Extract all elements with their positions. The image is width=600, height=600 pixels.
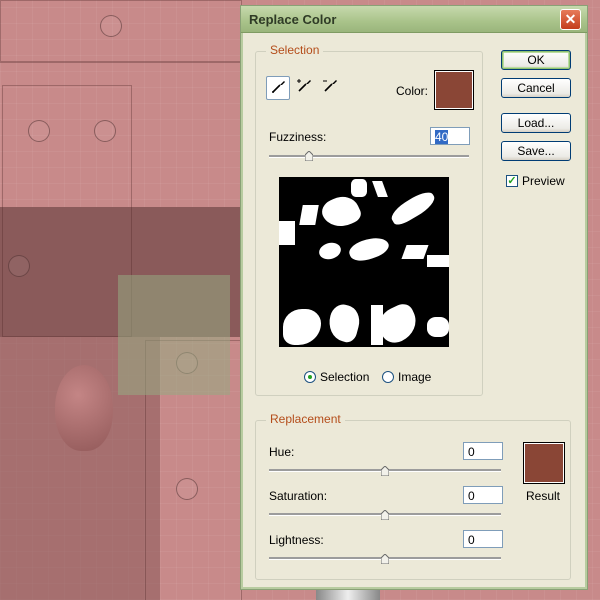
load-button[interactable]: Load...	[501, 113, 571, 133]
canvas-balloon	[55, 365, 113, 451]
eyedropper-plus-icon	[295, 78, 311, 97]
canvas-rivet	[176, 478, 198, 500]
mask-blob	[346, 232, 392, 266]
eyedropper-icon	[270, 79, 286, 98]
fuzziness-slider-thumb[interactable]	[304, 150, 314, 162]
result-color-swatch[interactable]	[523, 442, 565, 484]
mask-blob	[299, 205, 319, 225]
preview-label: Preview	[522, 174, 565, 188]
selection-group: Selection Color: Fuzziness: 40 Selection…	[255, 43, 483, 396]
replacement-group: Replacement Hue: 0 Saturation: 0 Lightne…	[255, 412, 571, 580]
image-radio[interactable]	[382, 371, 394, 383]
selection-color-swatch[interactable]	[434, 70, 474, 110]
hue-input[interactable]: 0	[463, 442, 503, 460]
mask-blob	[372, 181, 388, 197]
canvas-rivet	[28, 120, 50, 142]
color-label: Color:	[396, 84, 429, 98]
preview-checkbox[interactable]: ✓	[506, 175, 518, 187]
eyedropper-tool[interactable]	[266, 76, 290, 100]
lightness-label: Lightness:	[269, 533, 324, 547]
mask-blob	[387, 188, 439, 228]
lightness-slider-thumb[interactable]	[380, 553, 390, 565]
eyedropper-plus-tool[interactable]	[292, 76, 314, 98]
fuzziness-input[interactable]: 40	[430, 127, 470, 145]
canvas-rivet	[94, 120, 116, 142]
lightness-input[interactable]: 0	[463, 530, 503, 548]
replace-color-dialog: Replace Color ✕ Selection Color: Fuzzine…	[240, 5, 588, 590]
mask-blob	[324, 301, 364, 345]
dialog-title: Replace Color	[249, 12, 337, 27]
ok-button[interactable]: OK	[501, 50, 571, 70]
fuzziness-label: Fuzziness:	[269, 130, 327, 144]
save-button[interactable]: Save...	[501, 141, 571, 161]
canvas-rivet	[100, 15, 122, 37]
selection-group-label: Selection	[266, 43, 324, 57]
mask-blob	[283, 309, 321, 345]
selection-radio-label: Selection	[320, 370, 370, 384]
canvas-panel	[0, 0, 242, 63]
hue-label: Hue:	[269, 445, 295, 459]
mask-blob	[351, 179, 367, 197]
mask-blob	[427, 255, 449, 267]
eyedropper-minus-icon	[321, 78, 337, 97]
fuzziness-value: 40	[435, 130, 449, 144]
cancel-button[interactable]: Cancel	[501, 78, 571, 98]
selection-radio[interactable]	[304, 371, 316, 383]
image-radio-label: Image	[398, 370, 432, 384]
replacement-group-label: Replacement	[266, 412, 345, 426]
saturation-input[interactable]: 0	[463, 486, 503, 504]
saturation-label: Saturation:	[269, 489, 328, 503]
saturation-slider-thumb[interactable]	[380, 509, 390, 521]
eyedropper-minus-tool[interactable]	[318, 76, 340, 98]
mask-blob	[318, 190, 364, 234]
result-label: Result	[526, 489, 561, 503]
canvas-green-patch	[118, 275, 230, 395]
canvas-rivet	[8, 255, 30, 277]
mask-blob	[317, 240, 343, 262]
selection-preview[interactable]	[279, 177, 449, 347]
close-button[interactable]: ✕	[560, 9, 581, 30]
radio-dot	[308, 375, 312, 379]
dialog-titlebar[interactable]: Replace Color ✕	[241, 6, 587, 33]
fuzziness-slider-track[interactable]	[269, 155, 469, 158]
mask-blob	[427, 317, 449, 337]
mask-blob	[279, 221, 295, 245]
mask-blob	[401, 245, 429, 259]
hue-slider-thumb[interactable]	[380, 465, 390, 477]
